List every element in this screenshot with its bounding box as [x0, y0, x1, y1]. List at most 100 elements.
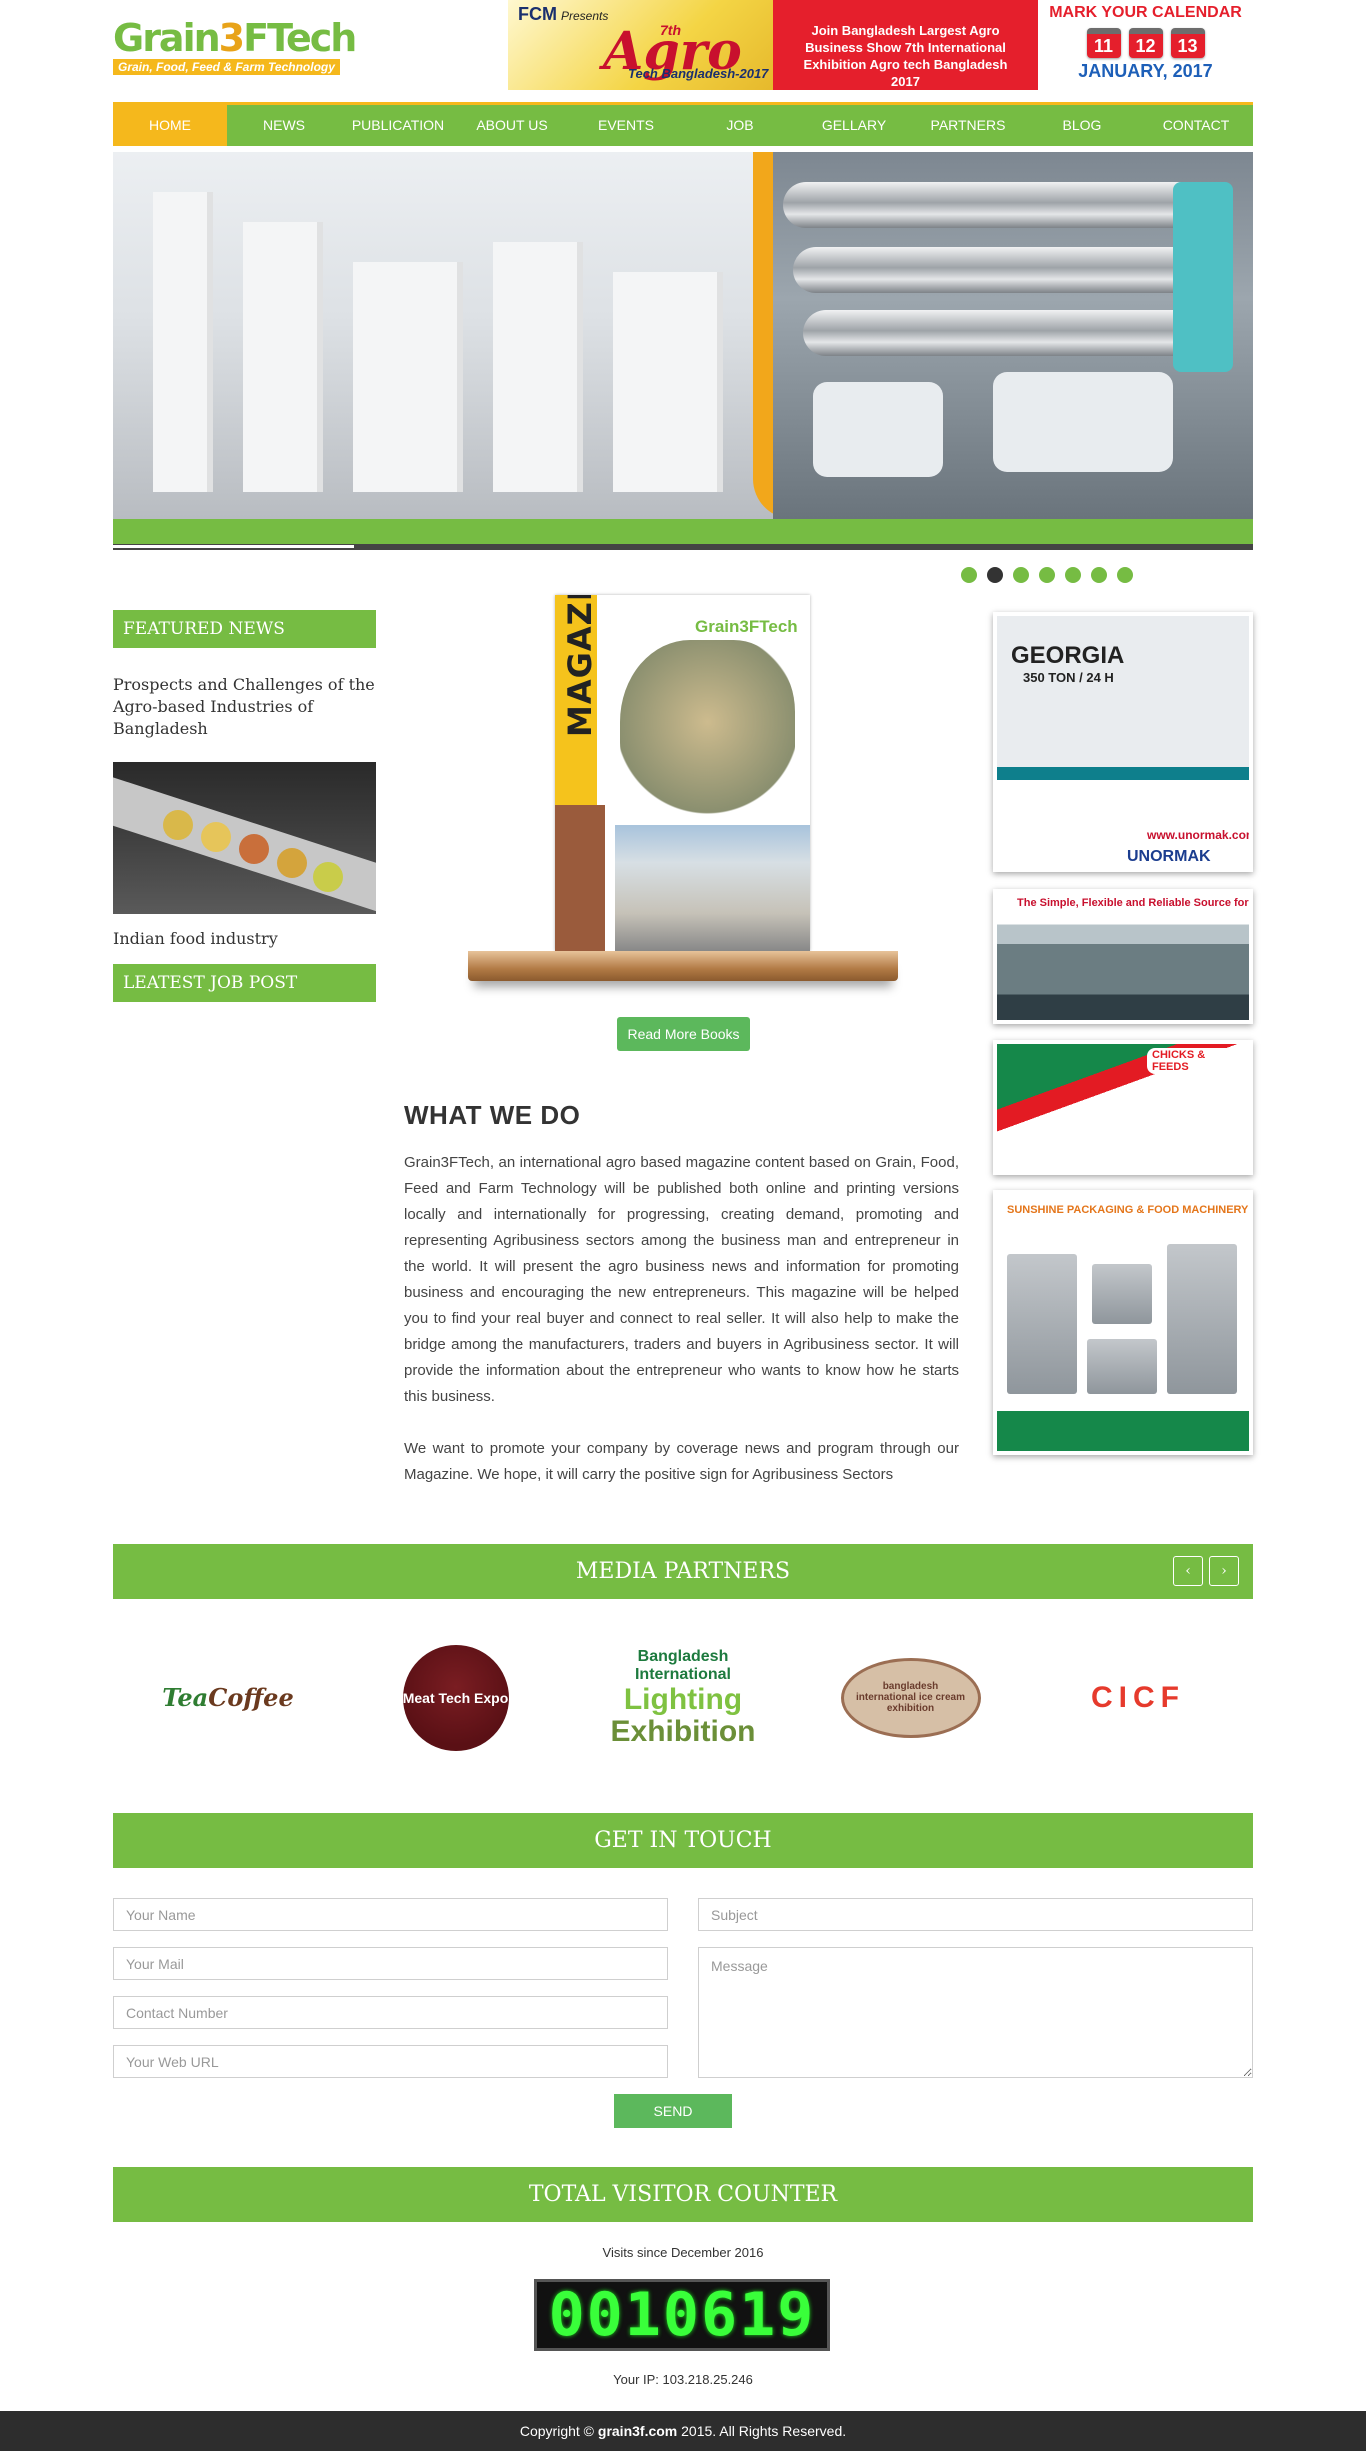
send-button[interactable]: SEND — [614, 2094, 732, 2128]
nav-partners[interactable]: PARTNERS — [911, 105, 1025, 146]
magazine-building — [555, 805, 605, 951]
slider-dot-active[interactable] — [987, 567, 1003, 583]
nav-about-us[interactable]: ABOUT US — [455, 105, 569, 146]
fruit — [163, 810, 193, 840]
machine-image — [1087, 1339, 1157, 1394]
chevron-left-icon[interactable]: ‹ — [1173, 1556, 1203, 1586]
nav-gallery[interactable]: GELLARY — [797, 105, 911, 146]
ad-brand: SUNSHINE PACKAGING & FOOD MACHINERY — [1007, 1204, 1249, 1216]
machine-image — [1092, 1264, 1152, 1324]
nav-blog[interactable]: BLOG — [1025, 105, 1139, 146]
featured-news-link[interactable]: Prospects and Challenges of the Agro-bas… — [113, 674, 376, 740]
left-sidebar: FEATURED NEWS Prospects and Challenges o… — [113, 610, 376, 1002]
machine-image — [1167, 1244, 1237, 1394]
nav-contact[interactable]: CONTACT — [1139, 105, 1253, 146]
event-banner[interactable]: FCM Presents Agro 7th Tech Bangladesh-201… — [508, 0, 1253, 90]
slider-dot[interactable] — [1117, 567, 1133, 583]
media-partner-logos: TeaCoffee Meat Tech Expo Bangladesh Inte… — [113, 1640, 1253, 1755]
partner-ice-cream-logo[interactable]: bangladesh international ice cream exhib… — [826, 1643, 996, 1753]
featured-news-link[interactable]: Indian food industry — [113, 928, 376, 950]
meat-tech-badge: Meat Tech Expo — [402, 1644, 509, 1751]
site-logo[interactable]: Grain3FTech Grain, Food, Feed & Farm Tec… — [113, 16, 357, 76]
get-in-touch-header: GET IN TOUCH — [113, 1813, 1253, 1868]
email-field[interactable] — [113, 1947, 668, 1980]
ad-steel-structures[interactable]: The Simple, Flexible and Reliable Source… — [993, 889, 1253, 1024]
nav-home[interactable]: HOME — [113, 105, 227, 146]
slider-dot[interactable] — [1039, 567, 1055, 583]
calendar-days: 11 12 13 — [1038, 28, 1253, 58]
main-nav: HOME NEWS PUBLICATION ABOUT US EVENTS JO… — [113, 102, 1253, 146]
magazine-silo-photo — [615, 825, 810, 951]
visitor-counter-value: 0010619 — [548, 2280, 816, 2350]
ad-brand: UNORMAK — [1127, 848, 1211, 865]
tea-coffee-wordmark: TeaCoffee — [162, 1683, 294, 1712]
machine-image — [1007, 1254, 1077, 1394]
nav-news[interactable]: NEWS — [227, 105, 341, 146]
read-more-books-button[interactable]: Read More Books — [617, 1017, 750, 1051]
featured-news-image[interactable] — [113, 762, 376, 914]
web-url-field[interactable] — [113, 2045, 668, 2078]
mill-column — [153, 192, 213, 492]
slider-progress-fill — [113, 545, 354, 548]
mill-column — [493, 242, 583, 492]
slider-progress — [113, 544, 1253, 550]
partner-cicf-logo[interactable]: CICF — [1053, 1643, 1223, 1753]
contact-form: SEND — [113, 1898, 1253, 2128]
ad-brand: CHICKS & FEEDS — [1147, 1048, 1249, 1074]
copyright-prefix: Copyright © — [519, 2423, 598, 2439]
site-header: Grain3FTech Grain, Food, Feed & Farm Tec… — [113, 0, 1253, 100]
calendar-day: 12 — [1128, 28, 1163, 58]
slider-dot[interactable] — [1091, 567, 1107, 583]
agro-tech-banner: FCM Presents Agro 7th Tech Bangladesh-201… — [508, 0, 773, 90]
partner-meat-tech-logo[interactable]: Meat Tech Expo — [371, 1643, 541, 1753]
message-field[interactable] — [698, 1947, 1253, 2078]
ad-title: GEORGIA — [1011, 642, 1125, 669]
name-field[interactable] — [113, 1898, 668, 1931]
book-shelf — [468, 951, 898, 981]
carousel-controls: ‹ › — [1173, 1556, 1239, 1586]
subject-field[interactable] — [698, 1898, 1253, 1931]
slider-dot[interactable] — [1013, 567, 1029, 583]
magazine-logo: Grain3FTech — [695, 617, 798, 636]
partner-lighting-logo[interactable]: Bangladesh International Lighting Exhibi… — [598, 1643, 768, 1753]
cicf-wordmark: CICF — [1091, 1680, 1185, 1714]
agro-tech-subtitle: Tech Bangladesh-2017 — [628, 66, 769, 81]
fruit — [313, 862, 343, 892]
nav-events[interactable]: EVENTS — [569, 105, 683, 146]
what-we-do-paragraph: We want to promote your company by cover… — [404, 1440, 959, 1483]
visitor-counter-header: TOTAL VISITOR COUNTER — [113, 2167, 1253, 2222]
mill-column — [613, 272, 723, 492]
visitor-counter-display: 0010619 — [534, 2279, 830, 2351]
fruit — [277, 848, 307, 878]
fcm-logo: FCM Presents — [518, 4, 609, 24]
ad-unormak[interactable]: GEORGIA 350 TON / 24 H www.unormak.com.t… — [993, 612, 1253, 872]
calendar-month: JANUARY, 2017 — [1078, 61, 1213, 81]
ad-packaging-machinery[interactable]: SUNSHINE PACKAGING & FOOD MACHINERY — [993, 1190, 1253, 1455]
nav-job[interactable]: JOB — [683, 105, 797, 146]
ad-chicks-feeds[interactable]: CHICKS & FEEDS — [993, 1040, 1253, 1175]
contact-number-field[interactable] — [113, 1996, 668, 2029]
slider-dot[interactable] — [1065, 567, 1081, 583]
slider-dots — [961, 567, 1133, 583]
teal-casing — [1173, 182, 1233, 372]
hero-slider[interactable] — [113, 152, 1253, 550]
mill-column — [353, 262, 463, 492]
calendar-badge: MARK YOUR CALENDAR 11 12 13 JANUARY, 201… — [1038, 0, 1253, 90]
ad-subtitle: 350 TON / 24 H — [1023, 670, 1114, 685]
footer-site-link[interactable]: grain3f.com — [598, 2423, 677, 2439]
nav-publication[interactable]: PUBLICATION — [341, 105, 455, 146]
partner-tea-coffee-logo[interactable]: TeaCoffee — [143, 1643, 313, 1753]
chevron-right-icon[interactable]: › — [1209, 1556, 1239, 1586]
what-we-do-title: WHAT WE DO — [404, 1100, 581, 1130]
logo-tagline: Grain, Food, Feed & Farm Technology — [113, 59, 340, 75]
magazine-cover[interactable]: MAGAZINE Grain3FTech — [555, 595, 810, 951]
lighting-wordmark: Bangladesh International Lighting Exhibi… — [598, 1648, 768, 1748]
slider-dot[interactable] — [961, 567, 977, 583]
ad-title: The Simple, Flexible and Reliable Source… — [1017, 897, 1249, 909]
logo-wordmark: Grain3FTech — [113, 16, 357, 60]
join-banner-text: Join Bangladesh Largest Agro Business Sh… — [773, 0, 1038, 90]
motor-unit — [993, 372, 1173, 472]
visits-since-label: Visits since December 2016 — [602, 2245, 764, 2260]
what-we-do-body: Grain3FTech, an international agro based… — [404, 1150, 959, 1488]
fruit — [201, 822, 231, 852]
